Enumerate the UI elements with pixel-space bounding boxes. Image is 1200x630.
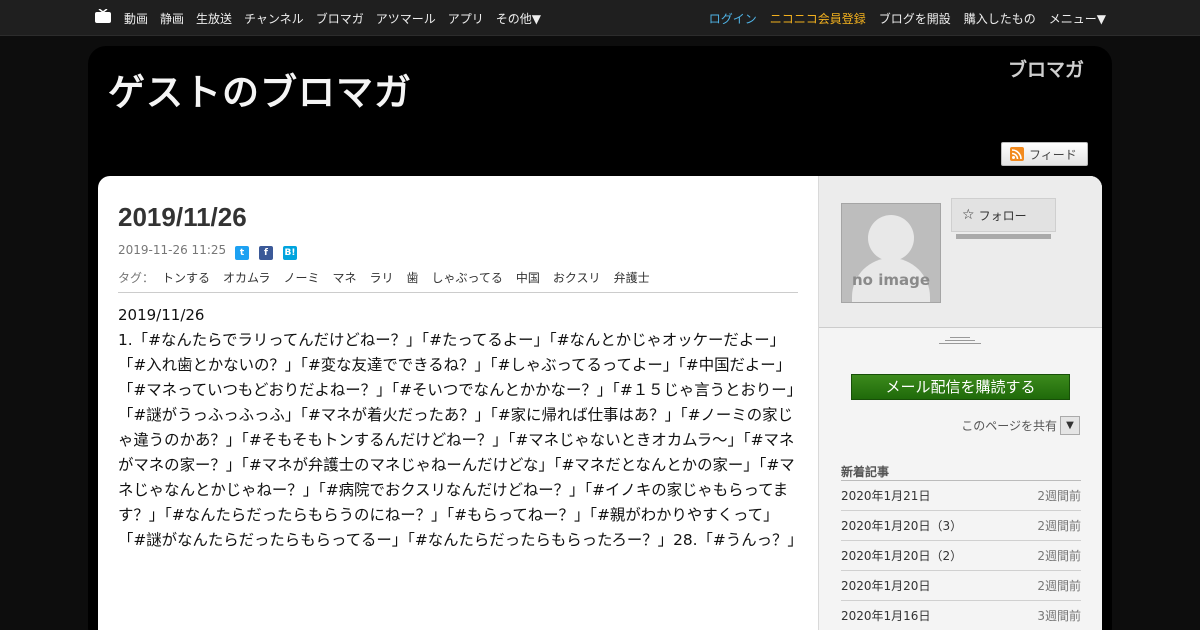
recent-articles-list: 2020年1月21日 2週間前 2020年1月20日（3） 2週間前 2020年… xyxy=(841,480,1081,630)
article-body: 1.「#なんたらでラリってんだけどねー？」「#たってるよー」「#なんとかじゃオッ… xyxy=(118,331,803,549)
collapse-handle[interactable] xyxy=(939,335,981,345)
list-item[interactable]: 2020年1月20日（2） 2週間前 xyxy=(841,541,1081,571)
login-link[interactable]: ログイン xyxy=(709,10,757,27)
list-item[interactable]: 2020年1月21日 2週間前 xyxy=(841,481,1081,511)
nav-item-channel[interactable]: チャンネル xyxy=(244,10,304,27)
list-item[interactable]: 2020年1月20日 2週間前 xyxy=(841,571,1081,601)
service-nav: 動画 静画 生放送 チャンネル ブロマガ アツマール アプリ その他▼ xyxy=(124,0,553,36)
recent-article-title: 2020年1月21日 xyxy=(841,489,931,503)
facebook-icon[interactable]: f xyxy=(259,246,273,260)
article-title[interactable]: 2019/11/26 xyxy=(118,202,247,233)
niconico-tv-icon[interactable] xyxy=(94,9,112,24)
no-image-label: no image xyxy=(851,271,930,289)
tag-item[interactable]: マネ xyxy=(332,269,356,286)
recent-article-title: 2020年1月20日 xyxy=(841,579,931,593)
nav-item-video[interactable]: 動画 xyxy=(124,10,148,27)
nav-item-other[interactable]: その他▼ xyxy=(496,10,541,27)
article: 2019/11/26 2019-11-26 11:25 t f B! タグ： ト… xyxy=(98,176,818,630)
account-nav: ログイン ニコニコ会員登録 ブログを開設 購入したもの メニュー▼ xyxy=(696,0,1106,36)
tag-item[interactable]: おクスリ xyxy=(553,269,601,286)
tag-item[interactable]: 弁護士 xyxy=(614,269,650,286)
recent-article-age: 2週間前 xyxy=(1037,549,1081,563)
nav-item-atsumaru[interactable]: アツマール xyxy=(376,10,436,27)
content-area: 2019/11/26 2019-11-26 11:25 t f B! タグ： ト… xyxy=(98,176,1102,630)
chevron-down-icon[interactable]: ▼ xyxy=(1060,416,1080,435)
list-item[interactable]: 2020年1月16日 3週間前 xyxy=(841,601,1081,630)
rss-icon xyxy=(1010,147,1024,161)
hatena-icon[interactable]: B! xyxy=(283,246,297,260)
blomaga-logo[interactable]: ブロマガ xyxy=(1008,57,1094,81)
nav-item-seiga[interactable]: 静画 xyxy=(160,10,184,27)
tag-item[interactable]: ノーミ xyxy=(283,269,319,286)
article-datetime: 2019-11-26 11:25 xyxy=(118,243,227,257)
recent-article-title: 2020年1月20日（3） xyxy=(841,519,963,533)
feed-button[interactable]: フィード xyxy=(1001,142,1088,166)
tag-item[interactable]: 中国 xyxy=(516,269,540,286)
tag-list: タグ： トンする オカムラ ノーミ マネ ラリ 歯 しゃぶってる 中国 おクスリ… xyxy=(118,269,663,286)
sidebar: no image ☆ フォロー メール配信を購読する このページを共有 ▼ 新着… xyxy=(818,176,1102,630)
nav-item-live[interactable]: 生放送 xyxy=(196,10,232,27)
nav-item-app[interactable]: アプリ xyxy=(448,10,484,27)
follow-button-shadow xyxy=(956,234,1051,239)
list-item[interactable]: 2020年1月20日（3） 2週間前 xyxy=(841,511,1081,541)
nav-item-blomaga[interactable]: ブロマガ xyxy=(316,10,364,27)
register-link[interactable]: ニコニコ会員登録 xyxy=(770,10,866,27)
share-page-control[interactable]: このページを共有 ▼ xyxy=(961,416,1080,435)
article-body-date: 2019/11/26 xyxy=(118,306,205,324)
article-divider xyxy=(118,292,798,293)
avatar-head-shape xyxy=(868,215,914,261)
star-icon: ☆ xyxy=(962,207,975,223)
recent-article-age: 2週間前 xyxy=(1037,519,1081,533)
follow-label: フォロー xyxy=(978,208,1027,223)
share-page-label: このページを共有 xyxy=(961,419,1057,433)
recent-articles-title: 新着記事 xyxy=(841,465,890,479)
tag-label: タグ： xyxy=(118,271,155,285)
subscribe-button[interactable]: メール配信を購読する xyxy=(851,374,1070,400)
avatar[interactable]: no image xyxy=(841,203,941,303)
recent-article-title: 2020年1月20日（2） xyxy=(841,549,963,563)
menu-dropdown[interactable]: メニュー▼ xyxy=(1049,10,1106,27)
tag-item[interactable]: トンする xyxy=(162,269,210,286)
article-share-icons: t f B! xyxy=(235,246,297,260)
tag-item[interactable]: 歯 xyxy=(406,269,418,286)
tag-item[interactable]: しゃぶってる xyxy=(432,269,503,286)
follow-button[interactable]: ☆ フォロー xyxy=(951,198,1056,232)
purchased-link[interactable]: 購入したもの xyxy=(964,10,1036,27)
global-navbar: 動画 静画 生放送 チャンネル ブロマガ アツマール アプリ その他▼ ログイン… xyxy=(0,0,1200,36)
profile-area: no image ☆ フォロー xyxy=(819,176,1102,328)
recent-article-age: 2週間前 xyxy=(1037,579,1081,593)
feed-label: フィード xyxy=(1029,147,1077,162)
tag-item[interactable]: オカムラ xyxy=(223,269,270,286)
recent-article-age: 3週間前 xyxy=(1037,609,1081,623)
twitter-icon[interactable]: t xyxy=(235,246,249,260)
blog-title[interactable]: ゲストのブロマガ xyxy=(108,62,412,116)
open-blog-link[interactable]: ブログを開設 xyxy=(879,10,951,27)
recent-article-title: 2020年1月16日 xyxy=(841,609,931,623)
tag-item[interactable]: ラリ xyxy=(369,269,393,286)
svg-text:ブロマガ: ブロマガ xyxy=(1008,58,1084,81)
recent-article-age: 2週間前 xyxy=(1037,489,1081,503)
